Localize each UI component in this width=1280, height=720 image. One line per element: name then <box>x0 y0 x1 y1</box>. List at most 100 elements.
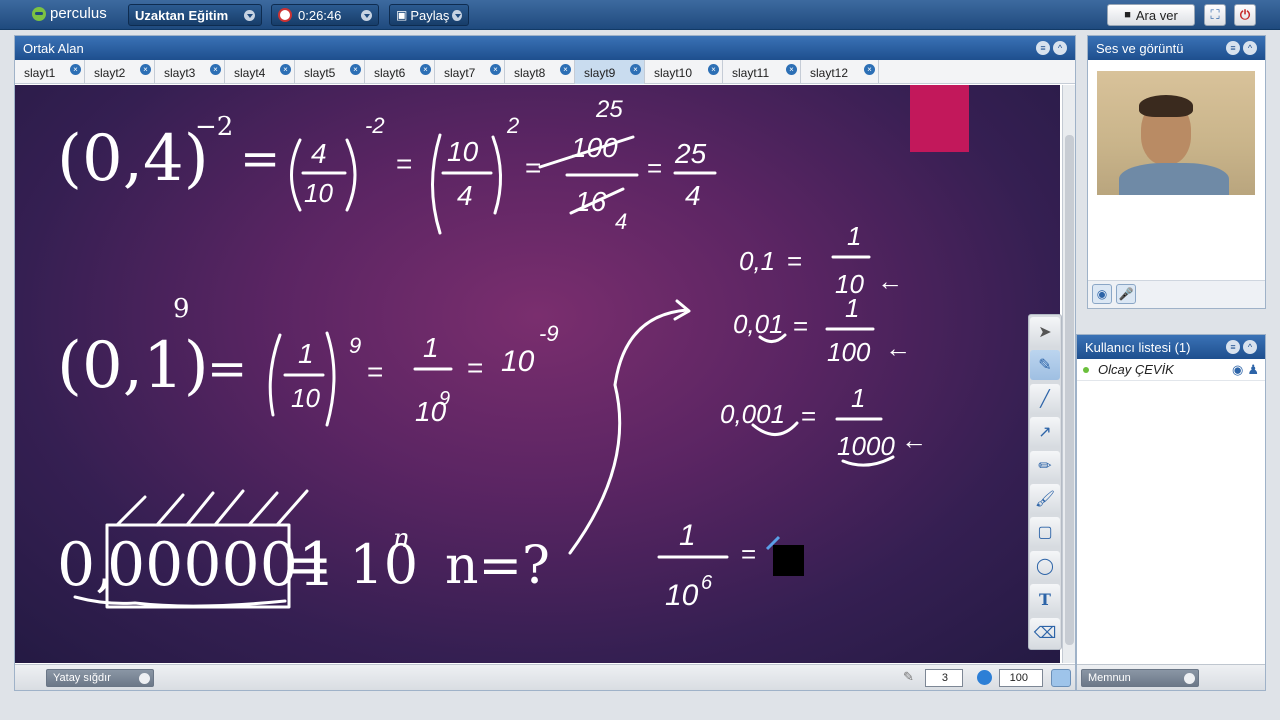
tab-label: slayt3 <box>164 66 196 80</box>
session-select[interactable]: Uzaktan Eğitim <box>128 4 262 26</box>
eraser-tool[interactable]: ⌫ <box>1030 617 1060 648</box>
hand-frac5-den: 10 <box>291 383 320 413</box>
close-icon[interactable]: × <box>630 64 641 75</box>
menu-icon[interactable]: ≡ <box>1226 340 1240 354</box>
break-button[interactable]: ■ Ara ver <box>1107 4 1195 26</box>
tab-label: slayt4 <box>234 66 266 80</box>
fit-select[interactable]: Yatay sığdır <box>46 669 154 687</box>
hand-den106: 10 <box>665 579 699 612</box>
tab-slayt12[interactable]: slayt12 × <box>801 60 879 84</box>
hand-frac5-num: 1 <box>298 338 314 369</box>
close-icon[interactable]: × <box>560 64 571 75</box>
hand-exp-2: 2 <box>506 113 519 138</box>
tab-slayt10[interactable]: slayt10 × <box>645 60 723 84</box>
slide-drawing: (0,4) −2 = 4 10 -2 = 10 4 2 = 25 100 16 … <box>57 85 969 612</box>
video-feed <box>1097 71 1255 195</box>
timer-box[interactable]: 0:26:46 <box>271 4 379 26</box>
tab-label: slayt11 <box>732 66 770 80</box>
share-button[interactable]: ▣ Paylaş <box>389 4 469 26</box>
logo-mark-icon <box>32 6 46 21</box>
tab-label: slayt8 <box>514 66 546 80</box>
hand-exp-6: 6 <box>701 572 713 594</box>
pen-size-value: 3 <box>941 672 948 684</box>
chevron-down-icon <box>1184 673 1195 684</box>
close-icon[interactable]: × <box>490 64 501 75</box>
close-icon[interactable]: × <box>280 64 291 75</box>
menu-icon[interactable]: ≡ <box>1036 41 1050 55</box>
arrow-icon: ↗ <box>1038 424 1052 442</box>
scrollbar-thumb[interactable] <box>1065 135 1074 645</box>
collapse-icon[interactable]: ^ <box>1243 340 1257 354</box>
hand-one-3: 1 <box>851 383 865 413</box>
chevron-down-icon <box>361 9 372 21</box>
brush-tool[interactable]: 🖌 <box>1030 483 1060 514</box>
user-name: Olcay ÇEVİK <box>1098 362 1174 377</box>
hand-equals-8: = <box>801 401 816 431</box>
hand-frac3-den: 16 <box>575 186 607 217</box>
rectangle-tool[interactable]: ▢ <box>1030 517 1060 548</box>
close-icon[interactable]: × <box>350 64 361 75</box>
hand-den1000: 1000 <box>837 431 895 461</box>
power-button[interactable]: ⏻ <box>1234 4 1256 26</box>
users-panel-title: Kullanıcı listesi (1) <box>1085 339 1191 355</box>
webcam-button[interactable]: ◉ <box>1092 284 1112 304</box>
tab-slayt1[interactable]: slayt1 × <box>15 60 85 84</box>
tab-slayt6[interactable]: slayt6 × <box>365 60 435 84</box>
hand-frac1-den: 10 <box>304 178 333 208</box>
text-icon: T <box>1039 589 1051 609</box>
text-tool[interactable]: T <box>1030 584 1060 615</box>
tab-slayt2[interactable]: slayt2 × <box>85 60 155 84</box>
tab-slayt7[interactable]: slayt7 × <box>435 60 505 84</box>
close-icon[interactable]: × <box>786 64 797 75</box>
close-icon[interactable]: × <box>420 64 431 75</box>
hand-equals-4: = <box>367 356 383 387</box>
hand-frac1-num: 4 <box>311 138 327 169</box>
hand-one-4: 1 <box>679 519 696 552</box>
fullscreen-icon: ⛶ <box>1210 7 1220 22</box>
color-icon[interactable] <box>977 670 992 685</box>
opacity-stepper[interactable]: 100 <box>999 669 1043 687</box>
whiteboard-canvas[interactable]: (0,4) −2 = 4 10 -2 = 10 4 2 = 25 100 16 … <box>15 85 1060 663</box>
arrow-tool[interactable]: ↗ <box>1030 417 1060 448</box>
microphone-button[interactable]: 🎤 <box>1116 284 1136 304</box>
pencil-tool[interactable]: ✏ <box>1030 450 1060 481</box>
tab-slayt4[interactable]: slayt4 × <box>225 60 295 84</box>
pen-tool[interactable]: ✎ <box>1030 350 1060 381</box>
perculus-logo: perculus <box>32 5 107 22</box>
shared-area-header: Ortak Alan ≡ ^ <box>15 36 1075 60</box>
eq2-exponent: 9 <box>173 294 190 324</box>
pen-size-stepper[interactable]: 3 <box>925 669 963 687</box>
fullscreen-button[interactable]: ⛶ <box>1204 4 1226 26</box>
user-row[interactable]: Olcay ÇEVİK ◉ ♟ <box>1077 359 1265 381</box>
collapse-icon[interactable]: ^ <box>1053 41 1067 55</box>
tab-label: slayt2 <box>94 66 126 80</box>
tab-slayt3[interactable]: slayt3 × <box>155 60 225 84</box>
tab-slayt11[interactable]: slayt11 × <box>723 60 801 84</box>
timer-value: 0:26:46 <box>298 7 342 23</box>
ellipse-tool[interactable]: ◯ <box>1030 550 1060 581</box>
close-icon[interactable]: × <box>708 64 719 75</box>
menu-icon[interactable]: ≡ <box>1226 41 1240 55</box>
slide-scrollbar[interactable] <box>1062 85 1075 663</box>
line-tool[interactable]: ╱ <box>1030 383 1060 414</box>
select-tool[interactable]: ➤ <box>1030 317 1060 347</box>
close-icon[interactable]: × <box>70 64 81 75</box>
hand-equals-6: = <box>787 246 802 276</box>
circle-icon: ◯ <box>1036 557 1054 575</box>
close-icon[interactable]: × <box>864 64 875 75</box>
tab-label: slayt9 <box>584 66 616 80</box>
close-icon[interactable]: × <box>210 64 221 75</box>
hand-exp-9: 9 <box>349 333 361 358</box>
tab-slayt9[interactable]: slayt9 × <box>575 60 645 84</box>
shared-area-title: Ortak Alan <box>23 40 84 56</box>
hair <box>1139 95 1193 117</box>
close-icon[interactable]: × <box>140 64 151 75</box>
tab-slayt5[interactable]: slayt5 × <box>295 60 365 84</box>
hand-exp-m9: -9 <box>539 321 559 346</box>
collapse-icon[interactable]: ^ <box>1243 41 1257 55</box>
fill-icon[interactable] <box>1051 669 1071 687</box>
tab-slayt8[interactable]: slayt8 × <box>505 60 575 84</box>
mood-select[interactable]: Memnun <box>1081 669 1199 687</box>
eq2-base: (0,1) <box>57 329 209 403</box>
handwriting-decimals: 0,1 = 1 10 ← 0,01 = 1 100 ← 0,001 = 1 10… <box>720 221 927 467</box>
